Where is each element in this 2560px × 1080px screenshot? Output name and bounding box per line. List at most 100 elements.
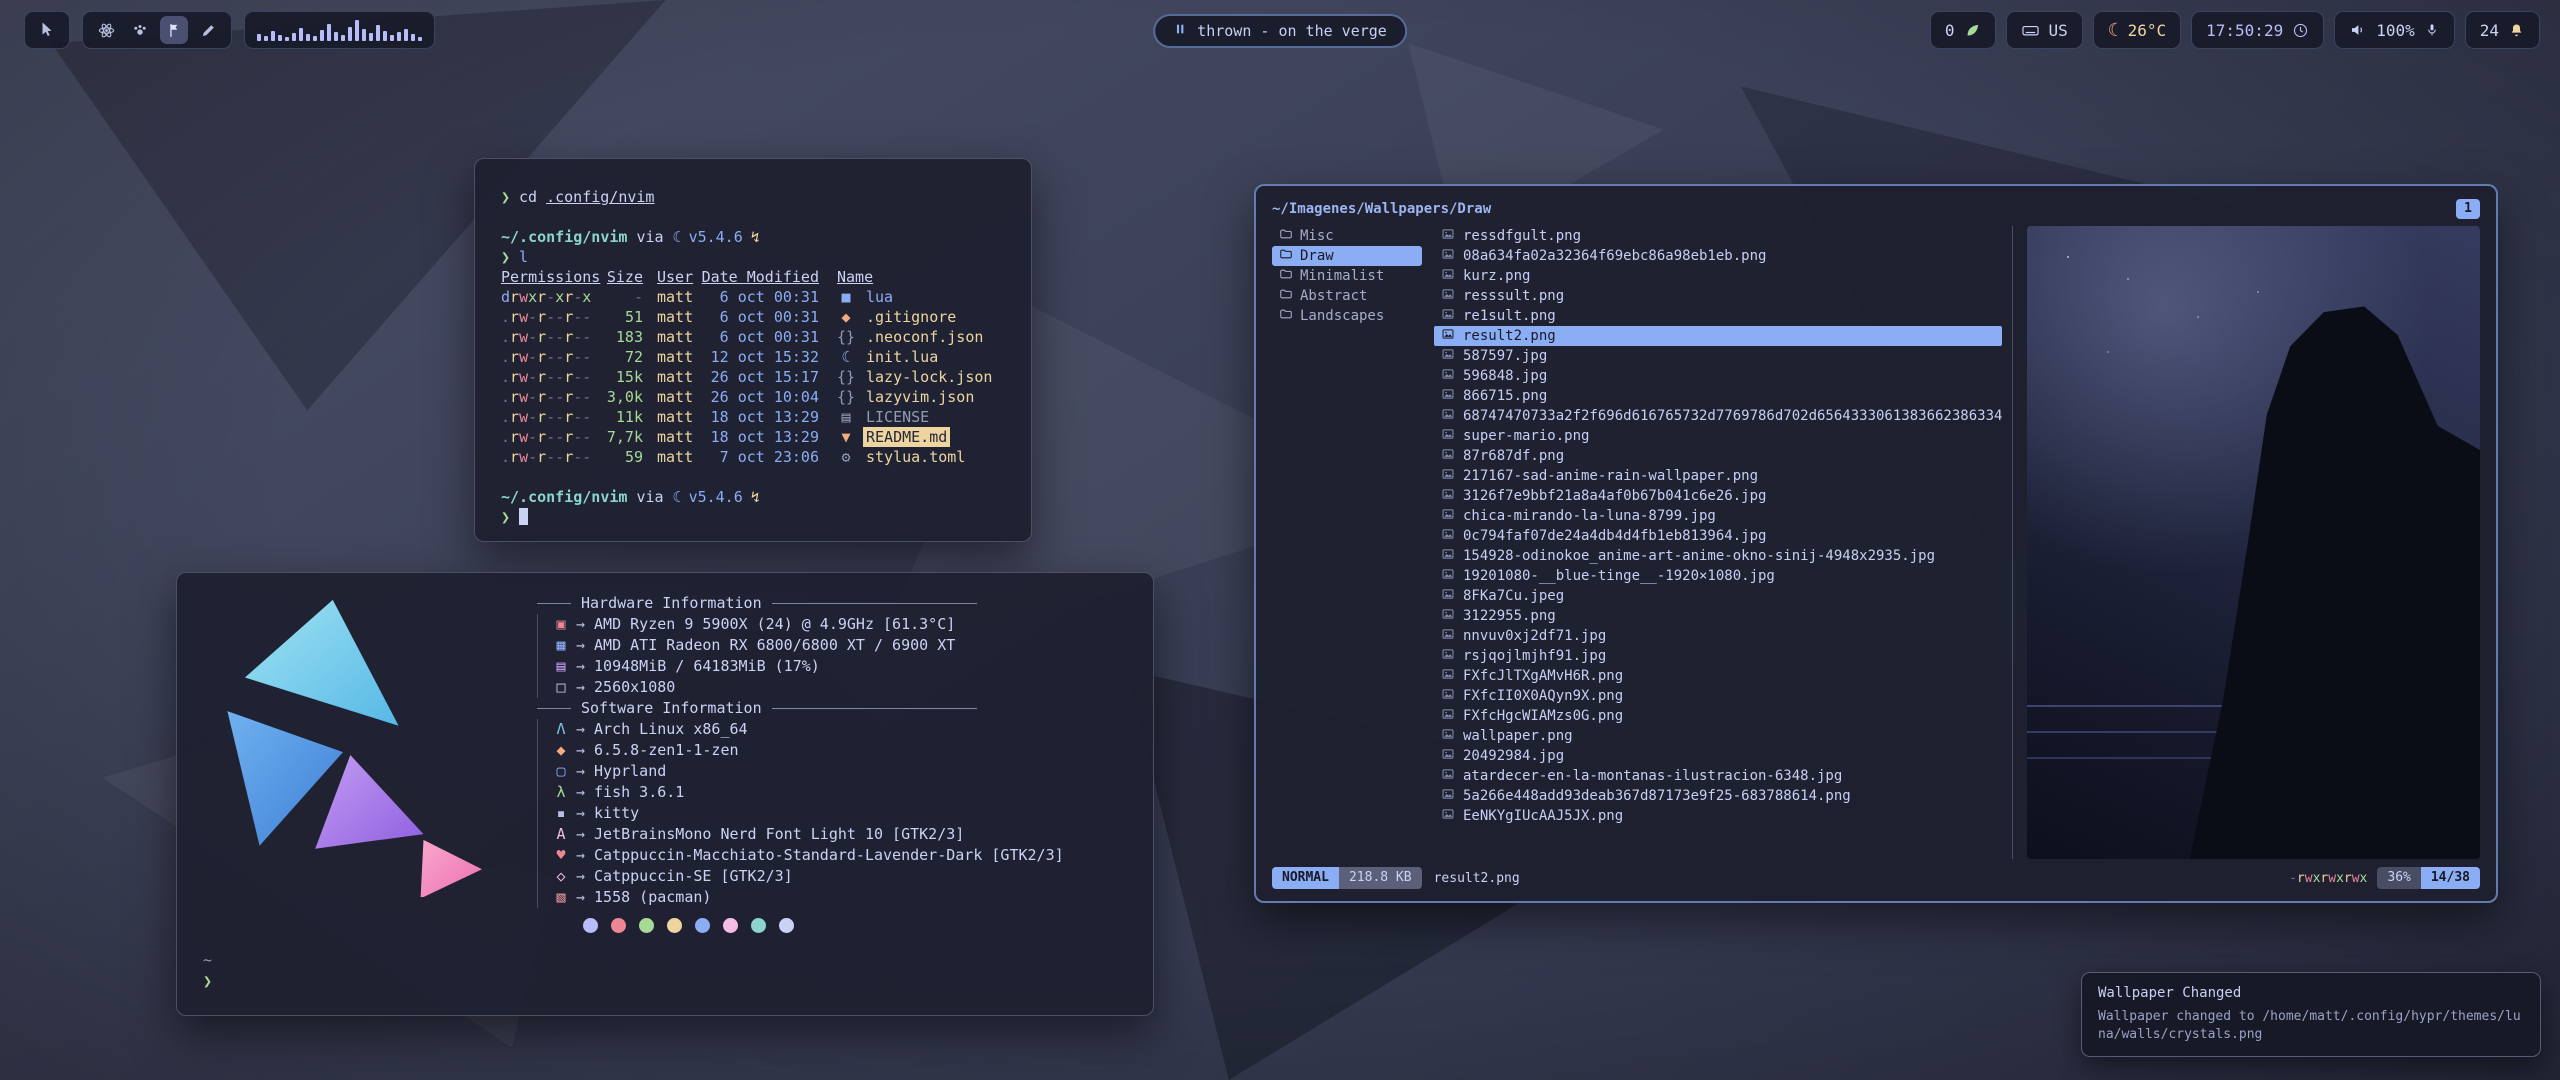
info-line: ▦ → AMD ATI Radeon RX 6800/6800 XT / 690… <box>537 635 1117 656</box>
launcher-button[interactable] <box>24 11 70 49</box>
file-name: 19201080-__blue-tinge__-1920×1080.jpg <box>1463 568 1775 584</box>
file-list-item[interactable]: kurz.png <box>1434 266 2002 286</box>
updates-module[interactable]: 0 <box>1930 11 1996 49</box>
user-cell: matt <box>643 407 699 427</box>
file-list-item[interactable]: 20492984.jpg <box>1434 746 2002 766</box>
file-list-item[interactable]: FXfcJlTXgAMvH6R.png <box>1434 666 2002 686</box>
visualizer-bar <box>348 27 352 41</box>
image-file-icon <box>1441 527 1455 545</box>
hardware-icon: ▦ <box>550 635 572 656</box>
arrow-icon: → <box>576 677 585 698</box>
file-list-item[interactable]: 8FKa7Cu.jpeg <box>1434 586 2002 606</box>
file-list-item[interactable]: wallpaper.png <box>1434 726 2002 746</box>
keyboard-layout-module[interactable]: US <box>2006 11 2083 49</box>
kitty-terminal-nvim-window[interactable]: ❯ cd .config/nvim ~/.config/nvim via ☾ v… <box>474 158 1032 542</box>
visualizer-bar <box>334 32 338 41</box>
size-cell: 59 <box>597 447 643 467</box>
sidebar-folder-item[interactable]: Draw <box>1272 246 1422 266</box>
file-list-item[interactable]: rsjqojlmjhf91.jpg <box>1434 646 2002 666</box>
workspace-atom-button[interactable] <box>92 16 120 44</box>
image-file-icon <box>1441 627 1455 645</box>
file-list-item[interactable]: resssult.png <box>1434 286 2002 306</box>
file-name: 08a634fa02a32364f69ebc86a98eb1eb.png <box>1463 248 1766 264</box>
starship-prompt-line: ~/.config/nvim via ☾ v5.4.6 ↯ <box>501 227 1005 247</box>
image-file-icon <box>1441 707 1455 725</box>
speaker-icon <box>2349 21 2367 39</box>
notification-body: Wallpaper changed to /home/matt/.config/… <box>2098 1008 2524 1044</box>
permissions-cell: .rw-r--r-- <box>501 367 597 387</box>
media-player-module[interactable]: thrown - on the verge <box>1153 14 1407 48</box>
cwd-tilde: ~ <box>203 950 1127 971</box>
file-list-item[interactable]: nnvuv0xj2df71.jpg <box>1434 626 2002 646</box>
date-cell: 12 oct 15:32 <box>699 347 819 367</box>
file-list-item[interactable]: atardecer-en-la-montanas-ilustracion-634… <box>1434 766 2002 786</box>
visualizer-bar <box>376 25 380 41</box>
sidebar-folder-item[interactable]: Minimalist <box>1272 266 1422 286</box>
workspace-pencil-button[interactable] <box>194 16 222 44</box>
file-list-item[interactable]: 5a266e448add93deab367d87173e9f25-6837886… <box>1434 786 2002 806</box>
image-file-icon <box>1441 387 1455 405</box>
shell-prompt[interactable]: ~ ❯ <box>203 950 1127 992</box>
file-list-item[interactable]: 3126f7e9bbf21a8a4af0b67b041c6e26.jpg <box>1434 486 2002 506</box>
file-list-item[interactable]: result2.png <box>1434 326 2002 346</box>
date-cell: 6 oct 00:31 <box>699 287 819 307</box>
file-list-item[interactable]: EeNKYgIUcAAJ5JX.png <box>1434 806 2002 826</box>
file-table: drwxr-xr-x - matt 6 oct 00:31 ■ lua .rw-… <box>501 287 1005 467</box>
notifications-module[interactable]: 24 <box>2465 11 2540 49</box>
image-file-icon <box>1441 667 1455 685</box>
sidebar-folder-item[interactable]: Abstract <box>1272 286 1422 306</box>
sidebar-folder-item[interactable]: Misc <box>1272 226 1422 246</box>
kitty-terminal-fetch-window[interactable]: Hardware Information ▣ → AMD Ryzen 9 590… <box>176 572 1154 1016</box>
filename: LICENSE <box>863 407 932 427</box>
file-name: FXfcHgcWIAMzs0G.png <box>1463 708 1623 724</box>
file-list-item[interactable]: 587597.jpg <box>1434 346 2002 366</box>
file-list-item[interactable]: 08a634fa02a32364f69ebc86a98eb1eb.png <box>1434 246 2002 266</box>
image-file-icon <box>1441 547 1455 565</box>
file-list-item[interactable]: 0c794faf07de24a4db4d4fb1eb813964.jpg <box>1434 526 2002 546</box>
file-name: FXfcII0X0AQyn9X.png <box>1463 688 1623 704</box>
file-size-badge: 218.8 KB <box>1339 867 1422 889</box>
yazi-file-manager-window[interactable]: ~/Imagenes/Wallpapers/Draw 1 Misc Draw <box>1254 184 2498 903</box>
file-list-item[interactable]: re1sult.png <box>1434 306 2002 326</box>
file-name: 217167-sad-anime-rain-wallpaper.png <box>1463 468 1758 484</box>
weather-module[interactable]: ☾ 26°C <box>2093 11 2181 49</box>
status-bar: NORMAL 218.8 KB result2.png -rwxrwxrwx 3… <box>1272 865 2480 891</box>
workspace-paw-button[interactable] <box>126 16 154 44</box>
file-list-item[interactable]: 87r687df.png <box>1434 446 2002 466</box>
file-list[interactable]: ressdfgult.png 08a634fa02a32364f69ebc86a… <box>1422 226 2012 859</box>
file-list-item[interactable]: 866715.png <box>1434 386 2002 406</box>
file-list-item[interactable]: super-mario.png <box>1434 426 2002 446</box>
clock-module[interactable]: 17:50:29 <box>2191 11 2324 49</box>
topbar-right: 0 US ☾ 26°C 17:50:29 100% 24 <box>1930 11 2540 49</box>
file-list-item[interactable]: FXfcII0X0AQyn9X.png <box>1434 686 2002 706</box>
file-list-item[interactable]: 154928-odinokoe_anime-art-anime-okno-sin… <box>1434 546 2002 566</box>
file-type-icon: {} <box>833 327 859 347</box>
file-name: 587597.jpg <box>1463 348 1547 364</box>
file-list-item[interactable]: FXfcHgcWIAMzs0G.png <box>1434 706 2002 726</box>
notification-count: 24 <box>2480 21 2499 40</box>
info-line: ▧ → 1558 (pacman) <box>537 887 1117 908</box>
file-list-item[interactable]: 3122955.png <box>1434 606 2002 626</box>
file-list-item[interactable]: 68747470733a2f2f696d616765732d7769786d70… <box>1434 406 2002 426</box>
arrow-icon: → <box>576 719 585 740</box>
workspace-flag-button[interactable] <box>160 16 188 44</box>
input-line[interactable]: ❯ <box>501 507 1005 527</box>
audio-visualizer[interactable] <box>244 11 435 49</box>
file-list-item[interactable]: chica-mirando-la-luna-8799.jpg <box>1434 506 2002 526</box>
volume-module[interactable]: 100% <box>2334 11 2455 49</box>
size-cell: 15k <box>597 367 643 387</box>
clock-icon <box>2292 22 2309 39</box>
file-list-item[interactable]: ressdfgult.png <box>1434 226 2002 246</box>
file-list-item[interactable]: 596848.jpg <box>1434 366 2002 386</box>
table-row: .rw-r--r-- 3,0k matt 26 oct 10:04 {} laz… <box>501 387 1005 407</box>
folder-name: Abstract <box>1300 288 1367 304</box>
info-line: ▤ → 10948MiB / 64183MiB (17%) <box>537 656 1117 677</box>
sidebar-folder-item[interactable]: Landscapes <box>1272 306 1422 326</box>
file-list-item[interactable]: 217167-sad-anime-rain-wallpaper.png <box>1434 466 2002 486</box>
user-cell: matt <box>643 427 699 447</box>
wallpaper-changed-notification[interactable]: Wallpaper Changed Wallpaper changed to /… <box>2081 972 2541 1057</box>
file-list-item[interactable]: 19201080-__blue-tinge__-1920×1080.jpg <box>1434 566 2002 586</box>
visualizer-bar <box>362 29 366 41</box>
visualizer-bar <box>369 33 373 41</box>
tab-badge[interactable]: 1 <box>2456 199 2480 219</box>
